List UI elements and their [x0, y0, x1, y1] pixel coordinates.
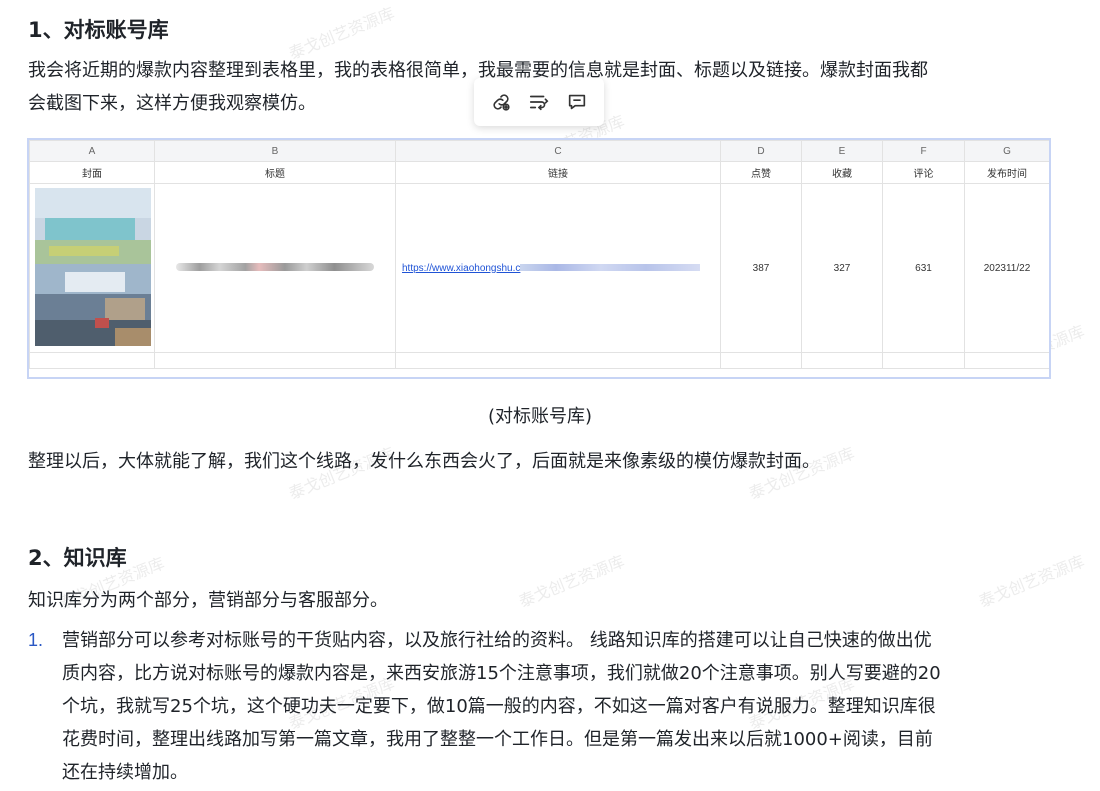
likes-cell: 387 — [720, 183, 802, 353]
column-letter: B — [154, 140, 396, 162]
saves-cell: 327 — [801, 183, 883, 353]
post-link[interactable]: https://www.xiaohongshu.c — [402, 263, 520, 274]
cover-cell — [29, 183, 155, 353]
list-number: 1. — [28, 630, 44, 650]
section-heading: 2、知识库 — [28, 546, 127, 570]
empty-cell — [720, 352, 802, 369]
empty-cell — [964, 352, 1049, 369]
link-icon[interactable] — [487, 88, 515, 116]
blurred-link — [520, 264, 701, 272]
empty-cell — [882, 352, 965, 369]
column-letter-row: A B C D E F G — [29, 140, 1049, 162]
list-item: 营销部分可以参考对标账号的干货贴内容，以及旅行社给的资料。 线路知识库的搭建可以… — [62, 624, 1074, 789]
field-header: 发布时间 — [964, 161, 1049, 184]
field-header: 点赞 — [720, 161, 802, 184]
empty-cell — [801, 352, 883, 369]
wrap-text-icon[interactable] — [525, 88, 553, 116]
spreadsheet-table: A B C D E F G 封面 标题 链接 点赞 收藏 评论 发布时间 htt… — [29, 140, 1049, 369]
comments-cell: 631 — [882, 183, 965, 353]
comment-icon[interactable] — [563, 88, 591, 116]
field-header: 评论 — [882, 161, 965, 184]
watermark: 泰戈创艺资源库 — [976, 551, 1088, 612]
floating-toolbar — [474, 78, 604, 126]
column-letter: E — [801, 140, 883, 162]
field-header: 收藏 — [801, 161, 883, 184]
link-cell: https://www.xiaohongshu.c — [395, 183, 721, 353]
watermark: 泰戈创艺资源库 — [516, 551, 628, 612]
table-row — [29, 352, 1049, 369]
list-item-line: 花费时间，整理出线路加写第一篇文章，我用了整整一个工作日。但是第一篇发出来以后就… — [62, 729, 933, 750]
column-letter: F — [882, 140, 965, 162]
table-row: https://www.xiaohongshu.c 387 327 631 20… — [29, 183, 1049, 353]
blurred-title — [176, 262, 374, 271]
empty-cell — [395, 352, 721, 369]
empty-cell — [29, 352, 155, 369]
column-letter: D — [720, 140, 802, 162]
column-letter: G — [964, 140, 1049, 162]
field-header-row: 封面 标题 链接 点赞 收藏 评论 发布时间 — [29, 161, 1049, 184]
list-item-line: 营销部分可以参考对标账号的干货贴内容，以及旅行社给的资料。 线路知识库的搭建可以… — [62, 630, 932, 651]
column-letter: C — [395, 140, 721, 162]
empty-cell — [154, 352, 396, 369]
field-header: 标题 — [154, 161, 396, 184]
column-letter: A — [29, 140, 155, 162]
paragraph-line: 会截图下来，这样方便我观察模仿。 — [28, 93, 316, 114]
title-cell — [154, 183, 396, 353]
cover-thumbnail-image — [35, 187, 151, 346]
spreadsheet-image[interactable]: A B C D E F G 封面 标题 链接 点赞 收藏 评论 发布时间 htt… — [27, 138, 1051, 379]
image-caption: (对标账号库) — [487, 406, 593, 427]
section-heading: 1、对标账号库 — [28, 18, 169, 42]
paragraph-line: 整理以后，大体就能了解，我们这个线路，发什么东西会火了，后面就是来像素级的模仿爆… — [28, 451, 820, 472]
field-header: 链接 — [395, 161, 721, 184]
list-item-line: 还在持续增加。 — [62, 762, 188, 783]
list-item-line: 质内容，比方说对标账号的爆款内容是，来西安旅游15个注意事项，我们就做20个注意… — [62, 663, 941, 684]
list-item-line: 个坑，我就写25个坑，这个硬功夫一定要下，做10篇一般的内容，不如这一篇对客户有… — [62, 696, 936, 717]
field-header: 封面 — [29, 161, 155, 184]
paragraph-line: 知识库分为两个部分，营销部分与客服部分。 — [28, 590, 388, 611]
date-cell: 202311/22 — [964, 183, 1049, 353]
